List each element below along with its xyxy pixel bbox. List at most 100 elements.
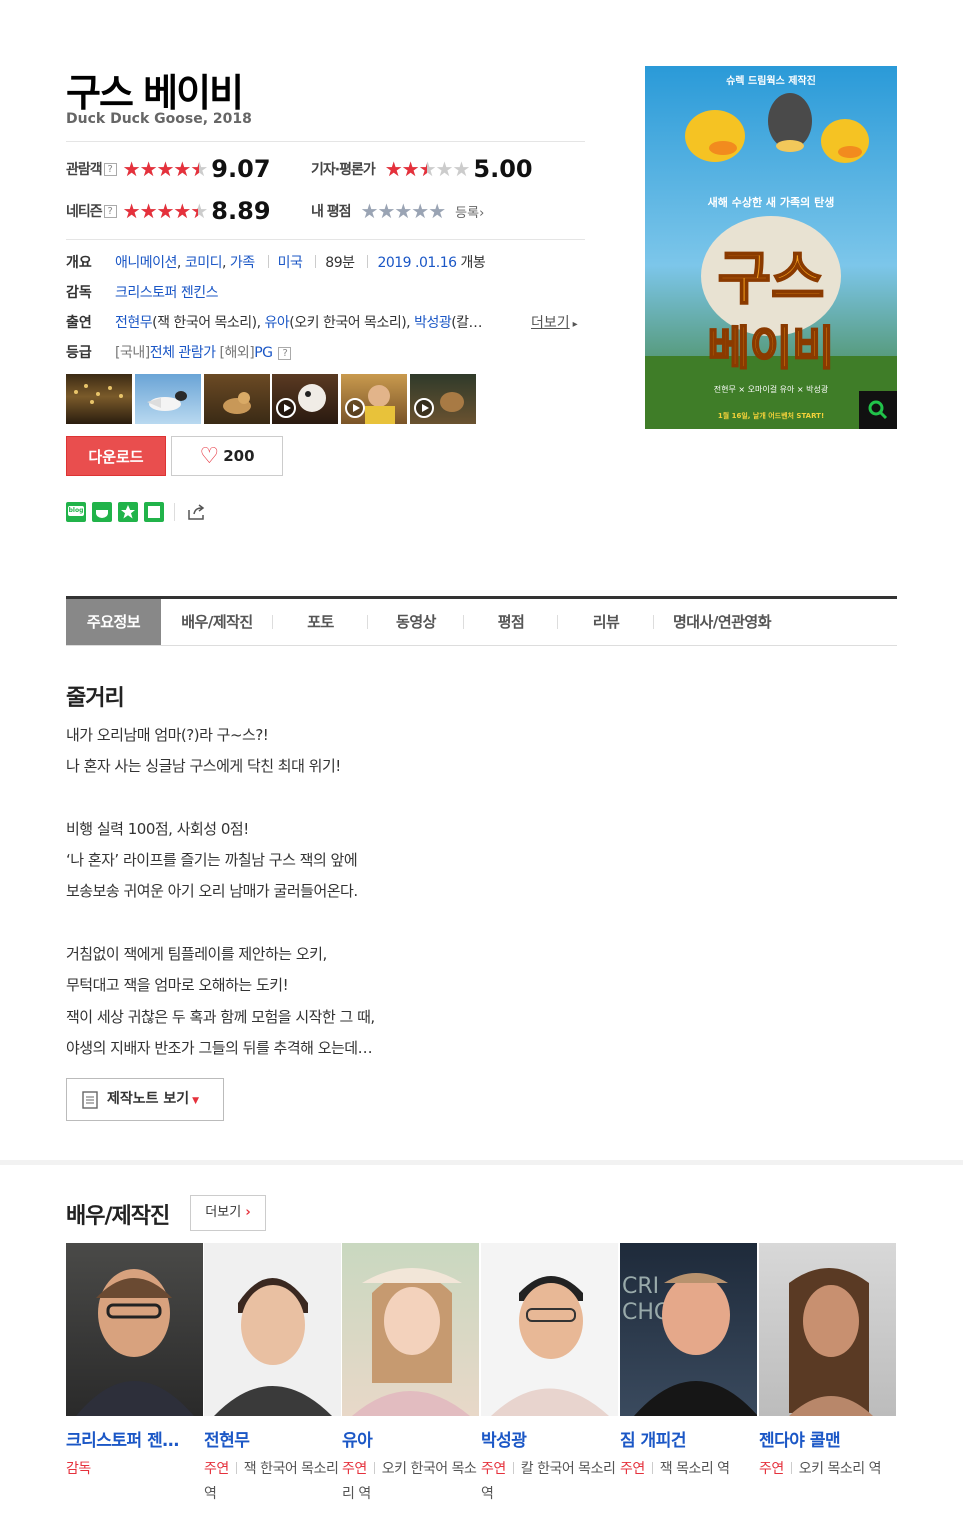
person-photo[interactable] [481, 1243, 618, 1416]
grade-domestic-link[interactable]: 전체 관람가 [150, 345, 216, 361]
movie-title: 구스 베이비 [66, 71, 244, 115]
audience-rating: 관람객 ? ★★★★★ ★★★★★ 9.07 [66, 155, 271, 183]
movie-poster[interactable]: 슈렉 드림웍스 제작진 새해 수상한 새 가족의 탄생 구스 베이비 전현무 ×… [645, 66, 897, 429]
section-divider [0, 1160, 963, 1165]
person-card[interactable]: 크리스토퍼 젠… 감독 [66, 1243, 205, 1482]
grade-foreign-link[interactable]: PG [254, 345, 273, 361]
help-icon[interactable]: ? [278, 347, 292, 360]
genre-link[interactable]: 가족 [230, 255, 255, 271]
chevron-right-icon: ▸ [572, 319, 578, 330]
caret-down-icon: ▼ [192, 1096, 200, 1106]
video-thumbnail[interactable] [272, 374, 338, 424]
svg-text:베이비: 베이비 [708, 321, 835, 375]
play-icon [276, 398, 296, 418]
genre-link[interactable]: 애니메이션 [115, 255, 177, 271]
person-photo[interactable] [204, 1243, 341, 1416]
person-name[interactable]: 짐 개피건 [620, 1426, 759, 1451]
person-role: 주연 [481, 1461, 506, 1477]
tab-cast-crew[interactable]: 배우/제작진 [161, 599, 273, 645]
cast-label: 출연 [66, 315, 92, 331]
blog-share-icon[interactable]: blog [66, 502, 86, 522]
cast-section-heading: 배우/제작진 [66, 1204, 170, 1229]
plot-line: 비행 실력 100점, 사회성 0점! [66, 819, 249, 838]
cast-link[interactable]: 유아 [265, 315, 290, 331]
grade-label: 등급 [66, 345, 92, 361]
cast-row: 전현무(잭 한국어 목소리), 유아(오키 한국어 목소리), 박성광(칼… [115, 315, 483, 331]
register-rating-link[interactable]: 등록› [455, 202, 484, 221]
person-name[interactable]: 박성광 [481, 1426, 620, 1451]
person-photo[interactable] [759, 1243, 896, 1416]
video-thumbnail[interactable] [410, 374, 476, 424]
cast-more-button[interactable]: 더보기 › [190, 1195, 266, 1231]
cast-more-link[interactable]: 더보기 ▸ [531, 312, 578, 332]
director-row: 크리스토퍼 젠킨스 [115, 282, 219, 302]
share-icon[interactable] [186, 502, 206, 522]
still-photo[interactable] [204, 374, 270, 424]
zoom-button[interactable] [859, 391, 897, 429]
help-icon[interactable]: ? [103, 204, 117, 218]
download-button[interactable]: 다운로드 [66, 436, 166, 476]
production-note-button[interactable]: 제작노트 보기 ▼ [66, 1078, 224, 1121]
director-link[interactable]: 크리스토퍼 젠킨스 [115, 285, 219, 301]
my-rating: 내 평점 ★★★★★ 등록› [311, 197, 484, 225]
video-thumbnail[interactable] [341, 374, 407, 424]
summary-label: 개요 [66, 255, 92, 271]
plot-line: 보송보송 귀여운 아기 오리 남매가 굴러들어온다. [66, 882, 358, 901]
bookmark-share-icon[interactable] [118, 502, 138, 522]
like-button[interactable]: ♡ 200 [171, 436, 283, 476]
plot-line: ‘나 혼자’ 라이프를 즐기는 까칠남 구스 잭의 앞에 [66, 851, 358, 870]
person-role: 주연 [759, 1461, 784, 1477]
plot-heading: 줄거리 [66, 686, 125, 711]
svg-text:슈렉 드림웍스 제작진: 슈렉 드림웍스 제작진 [726, 74, 816, 87]
critic-rating: 기자·평론가 ★★★★★★★★★★ 5.00 [311, 155, 533, 183]
release-date-link[interactable]: 2019 .01.16 [377, 255, 457, 271]
svg-text:전현무 × 오마이걸 유아 × 박성광: 전현무 × 오마이걸 유아 × 박성광 [714, 384, 829, 394]
person-role: 주연 [342, 1461, 367, 1477]
person-card[interactable]: 전현무 주연 잭 한국어 목소리 역 [204, 1243, 343, 1507]
tab-main-info[interactable]: 주요정보 [66, 599, 161, 645]
chevron-right-icon: › [479, 205, 485, 221]
person-photo[interactable] [342, 1243, 479, 1416]
person-card[interactable]: 유아 주연 오키 한국어 목소리 역 [342, 1243, 481, 1507]
genre-link[interactable]: 코미디 [185, 255, 223, 271]
cast-link[interactable]: 박성광 [414, 315, 452, 331]
plot-text: 내가 오리남매 엄마(?)라 구~스?! 나 혼자 사는 싱글남 구스에게 닥친… [66, 720, 375, 1064]
tab-video[interactable]: 동영상 [368, 599, 464, 645]
person-photo[interactable] [66, 1243, 203, 1416]
person-role: 주연 [204, 1461, 229, 1477]
help-icon[interactable]: ? [103, 162, 117, 176]
plot-line: 나 혼자 사는 싱글남 구스에게 닥친 최대 위기! [66, 757, 341, 776]
person-name[interactable]: 유아 [342, 1426, 481, 1451]
cast-link[interactable]: 전현무 [115, 315, 153, 331]
divider [66, 239, 585, 240]
document-icon [82, 1091, 98, 1109]
person-name[interactable]: 크리스토퍼 젠… [66, 1426, 205, 1451]
tab-rating[interactable]: 평점 [464, 599, 558, 645]
person-card[interactable]: 젠다야 콜맨 주연 오키 목소리 역 [759, 1243, 898, 1482]
person-card[interactable]: CRI CHO 짐 개피건 주연 잭 목소리 역 [620, 1243, 759, 1482]
critic-stars: ★★★★★★★★★★ [384, 157, 471, 181]
my-rating-stars[interactable]: ★★★★★ [361, 201, 447, 221]
cafe-share-icon[interactable] [92, 502, 112, 522]
still-photo[interactable] [66, 374, 132, 424]
person-name[interactable]: 젠다야 콜맨 [759, 1426, 898, 1451]
audience-rating-label: 관람객 [66, 162, 103, 178]
country-link[interactable]: 미국 [278, 255, 303, 271]
person-card[interactable]: 박성광 주연 칼 한국어 목소리 역 [481, 1243, 620, 1507]
still-photo[interactable] [135, 374, 201, 424]
tab-review[interactable]: 리뷰 [558, 599, 654, 645]
person-name[interactable]: 전현무 [204, 1426, 343, 1451]
audience-score: 9.07 [211, 155, 271, 183]
memo-share-icon[interactable] [144, 502, 164, 522]
tab-quotes-related[interactable]: 명대사/연관영화 [654, 599, 790, 645]
person-description: 오키 목소리 역 [798, 1461, 882, 1477]
critic-score: 5.00 [473, 155, 533, 183]
chevron-right-icon: › [245, 1205, 251, 1220]
svg-text:새해 수상한 새 가족의 탄생: 새해 수상한 새 가족의 탄생 [708, 195, 835, 209]
plot-line: 무턱대고 잭을 엄마로 오해하는 도키! [66, 976, 289, 995]
person-photo[interactable]: CRI CHO [620, 1243, 757, 1416]
tab-photo[interactable]: 포토 [273, 599, 368, 645]
heart-icon: ♡ [199, 444, 220, 469]
audience-stars: ★★★★★ ★★★★★ [122, 157, 209, 181]
search-icon [868, 400, 888, 420]
